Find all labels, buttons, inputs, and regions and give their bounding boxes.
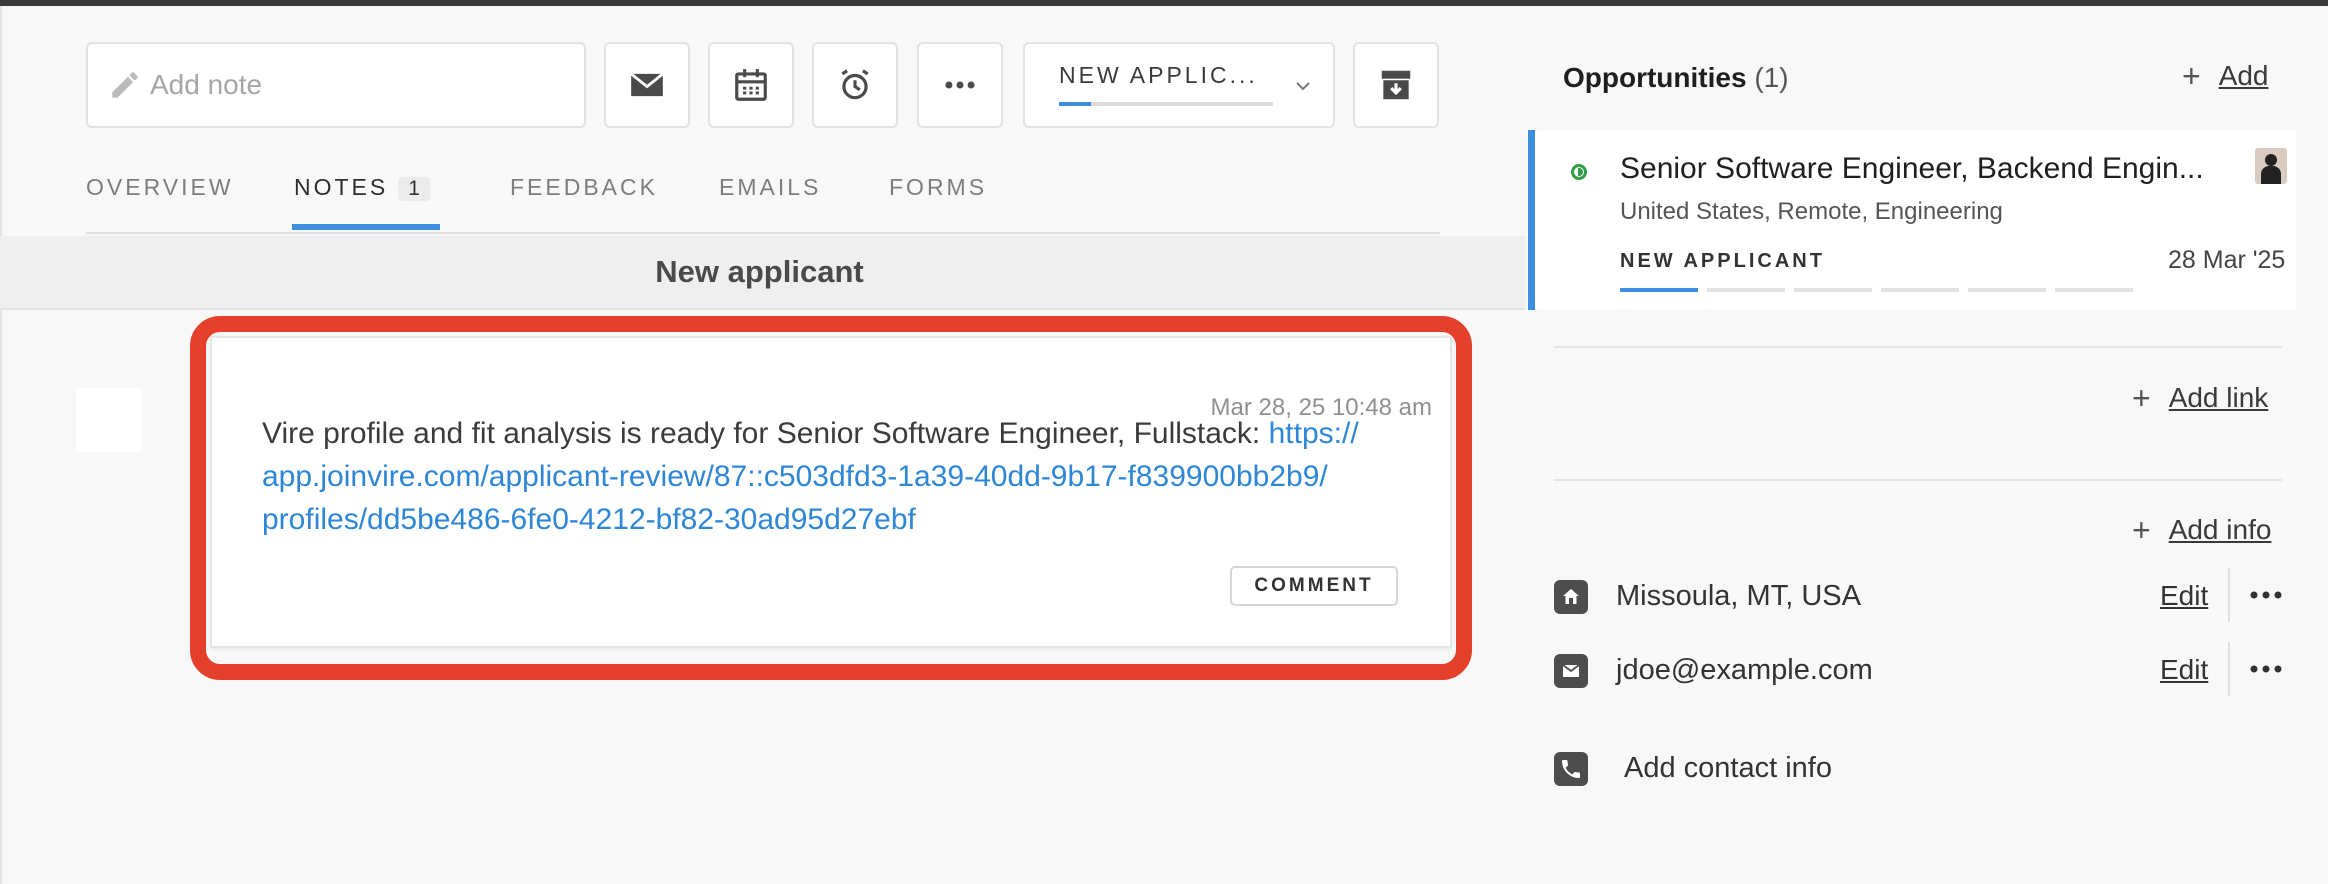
email-button[interactable]: [604, 42, 690, 128]
tab-feedback[interactable]: FEEDBACK: [510, 174, 658, 201]
notes-count-badge: 1: [398, 177, 430, 201]
opportunity-stage: NEW APPLICANT: [1620, 250, 1825, 272]
plus-icon: +: [2182, 58, 2201, 94]
note-author-avatar: [76, 388, 142, 452]
add-opportunity-button[interactable]: + Add: [2182, 60, 2269, 92]
home-icon: [1554, 580, 1588, 614]
phone-icon: [1554, 752, 1588, 786]
stage-dropdown-label: NEW APPLIC...: [1059, 62, 1258, 88]
stage-dropdown[interactable]: NEW APPLIC...: [1023, 42, 1335, 128]
add-contact-label: Add contact info: [1624, 752, 1832, 784]
more-actions-button[interactable]: [917, 42, 1003, 128]
add-link-label: Add link: [2168, 382, 2269, 413]
stage-segment: [1968, 288, 2046, 292]
note-card: Mar 28, 25 10:48 am Vire profile and fit…: [210, 336, 1452, 648]
plus-icon: +: [2132, 512, 2151, 548]
stage-progress-track: [1059, 102, 1273, 106]
status-dot-icon: [1571, 164, 1587, 180]
stage-segment: [1794, 288, 1872, 292]
opportunities-title: Opportunities: [1563, 62, 1747, 93]
profile-tabs: OVERVIEW NOTES 1 FEEDBACK EMAILS FORMS: [86, 166, 1440, 234]
note-link-part2: app.joinvire.com/applicant-review/87::c5…: [262, 460, 1328, 493]
add-note-input[interactable]: [150, 69, 570, 101]
add-link-button[interactable]: + Add link: [2132, 382, 2268, 414]
note-text: Vire profile and fit analysis is ready f…: [262, 417, 1269, 450]
stage-progress-fill: [1059, 102, 1092, 106]
location-row: Missoula, MT, USA Edit: [1554, 568, 2284, 624]
add-info-button[interactable]: + Add info: [2132, 514, 2271, 546]
archive-icon: [1381, 70, 1411, 100]
note-body: Vire profile and fit analysis is ready f…: [262, 412, 1392, 541]
email-row: jdoe@example.com Edit: [1554, 642, 2284, 698]
owner-avatar[interactable]: [2255, 148, 2287, 184]
location-text: Missoula, MT, USA: [1616, 580, 1861, 612]
stage-section-title: New applicant: [655, 254, 864, 289]
top-bar: [0, 0, 2328, 6]
edit-email-link[interactable]: Edit: [2160, 654, 2208, 686]
add-opportunity-label: Add: [2218, 60, 2269, 91]
opportunities-count: (1): [1754, 62, 1789, 93]
opportunity-title[interactable]: Senior Software Engineer, Backend Engin.…: [1620, 152, 2204, 186]
more-horizontal-icon: [945, 81, 975, 89]
stage-segment: [1620, 288, 1698, 292]
envelope-icon: [630, 72, 664, 97]
pencil-icon: [112, 72, 138, 98]
stage-section-header: New applicant: [0, 236, 1525, 310]
tab-forms[interactable]: FORMS: [889, 174, 987, 201]
section-divider: [1554, 346, 2282, 348]
tab-overview[interactable]: OVERVIEW: [86, 174, 234, 201]
more-horizontal-icon[interactable]: [2248, 580, 2284, 610]
schedule-button[interactable]: [708, 42, 794, 128]
add-note-field[interactable]: [86, 42, 586, 128]
add-info-label: Add info: [2168, 514, 2272, 545]
opportunities-header: Opportunities (1): [1563, 62, 1789, 94]
opportunity-card[interactable]: Senior Software Engineer, Backend Engin.…: [1528, 130, 2296, 310]
archive-button[interactable]: [1353, 42, 1439, 128]
tab-notes-label: NOTES: [294, 174, 389, 200]
active-tab-indicator: [292, 224, 440, 230]
tab-notes[interactable]: NOTES 1: [294, 174, 430, 201]
email-text[interactable]: jdoe@example.com: [1616, 654, 1873, 687]
row-separator: [2228, 642, 2230, 696]
alarm-clock-icon: [841, 69, 869, 100]
edit-location-link[interactable]: Edit: [2160, 580, 2208, 612]
note-link-part1: https://: [1268, 417, 1359, 450]
add-contact-row[interactable]: Add contact info: [1554, 746, 2284, 796]
section-divider: [1554, 479, 2282, 481]
row-separator: [2228, 568, 2230, 622]
reminder-button[interactable]: [812, 42, 898, 128]
email-icon: [1554, 654, 1588, 688]
stage-segment: [2055, 288, 2133, 292]
chevron-down-icon: [1296, 82, 1310, 91]
plus-icon: +: [2132, 380, 2151, 416]
opportunity-date: 28 Mar '25: [2168, 246, 2286, 274]
note-link-part3: profiles/dd5be486-6fe0-4212-bf82-30ad95d…: [262, 503, 916, 536]
tab-emails[interactable]: EMAILS: [719, 174, 821, 201]
left-edge: [0, 6, 2, 884]
stage-segment: [1707, 288, 1785, 292]
comment-button[interactable]: COMMENT: [1230, 566, 1398, 606]
calendar-icon: [735, 69, 767, 101]
more-horizontal-icon[interactable]: [2248, 654, 2284, 684]
opportunity-location: United States, Remote, Engineering: [1620, 198, 2003, 225]
stage-segment: [1881, 288, 1959, 292]
